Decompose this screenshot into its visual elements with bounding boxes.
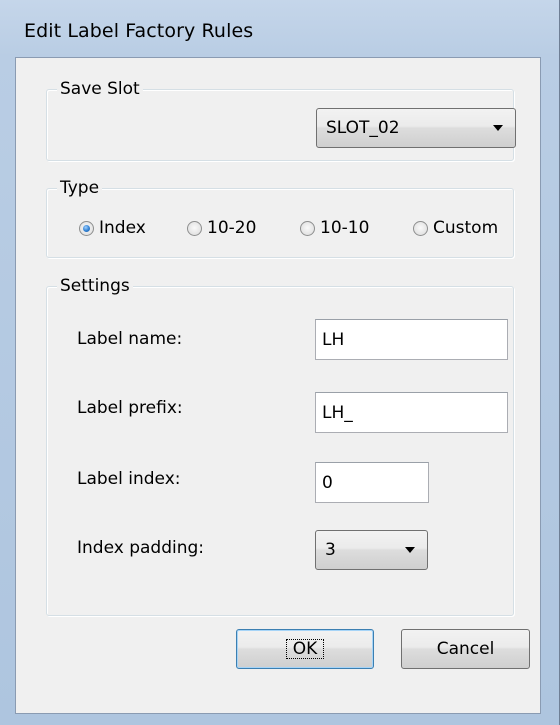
radio-custom[interactable]: Custom (413, 214, 498, 242)
ok-button-label: OK (285, 639, 325, 659)
label-index-label: Label index: (77, 469, 181, 489)
settings-group: Settings Label name: LH Label prefix: LH… (46, 276, 514, 616)
chevron-down-icon (493, 125, 503, 131)
index-padding-label: Index padding: (77, 538, 205, 558)
chevron-down-icon (405, 547, 415, 553)
save-slot-group: Save Slot SLOT_02 (46, 79, 516, 161)
radio-unchecked-icon[interactable] (300, 220, 315, 236)
radio-10-10[interactable]: 10-10 (300, 214, 369, 242)
window-title: Edit Label Factory Rules (24, 20, 254, 42)
label-name-input[interactable]: LH (315, 319, 508, 360)
cancel-button-label: Cancel (436, 639, 495, 659)
label-prefix-label: Label prefix: (77, 398, 183, 418)
radio-index-label: Index (99, 218, 146, 238)
index-padding-value: 3 (325, 540, 336, 560)
radio-10-20[interactable]: 10-20 (187, 214, 256, 242)
settings-legend: Settings (57, 276, 133, 296)
ok-button[interactable]: OK (236, 629, 374, 669)
dialog-client-area: Save Slot SLOT_02 Type Index 10-20 10-10… (15, 57, 541, 714)
index-padding-dropdown[interactable]: 3 (315, 530, 428, 570)
cancel-button[interactable]: Cancel (401, 629, 530, 669)
radio-index[interactable]: Index (79, 214, 146, 242)
type-radio-group: Index 10-20 10-10 Custom (79, 214, 559, 242)
type-group: Type Index 10-20 10-10 Custom (46, 178, 514, 258)
radio-10-20-label: 10-20 (207, 218, 257, 238)
label-prefix-value: LH_ (322, 402, 353, 423)
save-slot-dropdown[interactable]: SLOT_02 (316, 108, 516, 148)
save-slot-legend: Save Slot (57, 79, 143, 99)
label-name-value: LH (322, 329, 345, 350)
dialog-window: Edit Label Factory Rules Save Slot SLOT_… (0, 0, 560, 725)
label-name-label: Label name: (77, 329, 183, 349)
radio-unchecked-icon[interactable] (413, 220, 428, 236)
radio-checked-icon[interactable] (79, 220, 94, 236)
save-slot-value: SLOT_02 (326, 118, 400, 138)
radio-custom-label: Custom (433, 218, 499, 238)
label-index-value: 0 (322, 472, 333, 493)
radio-unchecked-icon[interactable] (187, 220, 202, 236)
label-prefix-input[interactable]: LH_ (315, 392, 508, 433)
radio-10-10-label: 10-10 (320, 218, 370, 238)
type-legend: Type (57, 178, 103, 198)
label-index-input[interactable]: 0 (315, 462, 429, 503)
